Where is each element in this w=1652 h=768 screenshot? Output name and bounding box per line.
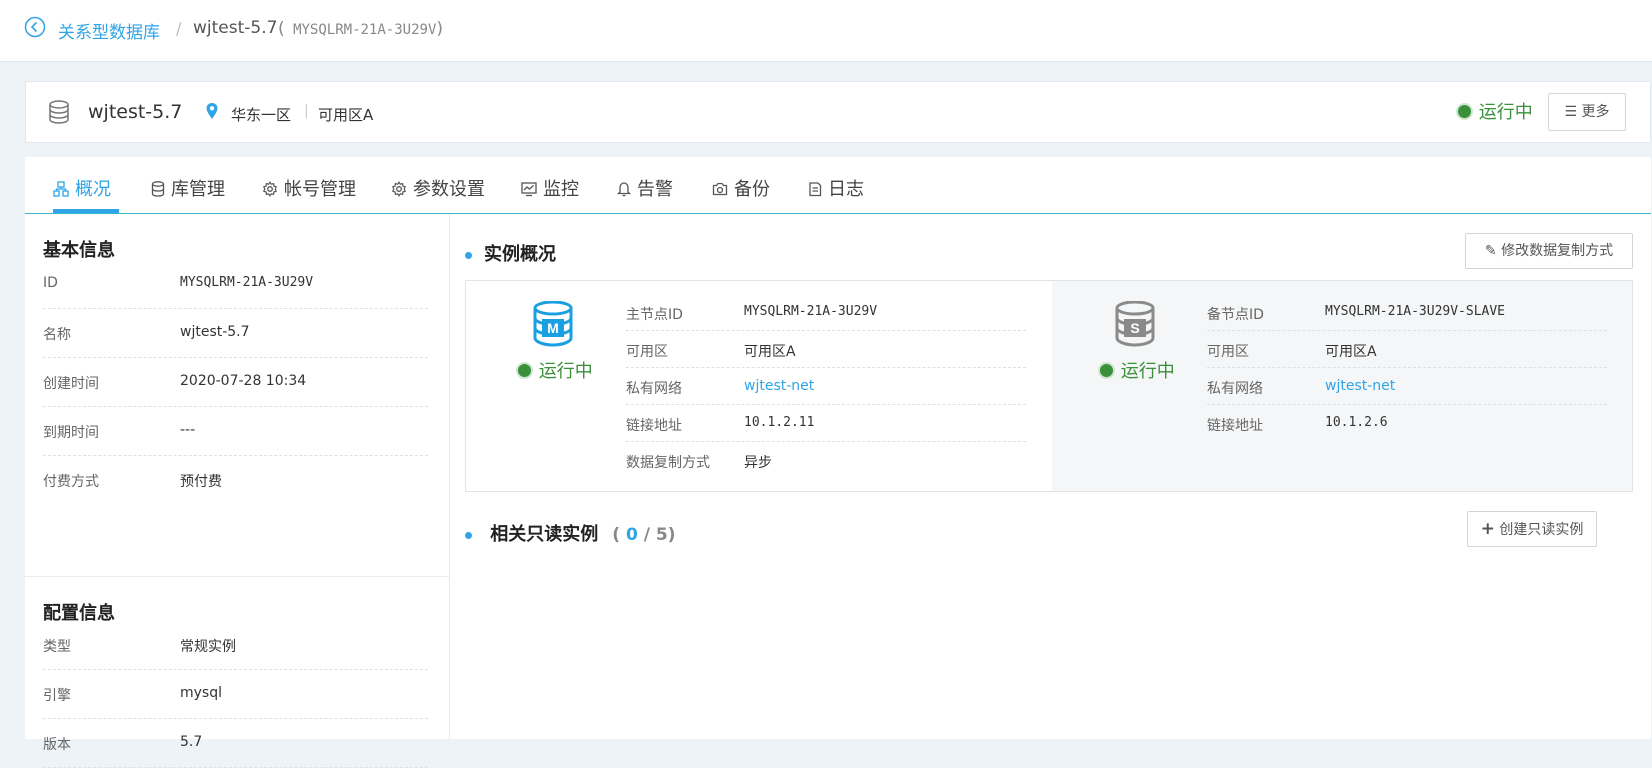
master-row-id: 主节点ID MYSQLRM-21A-3U29V [626, 294, 1026, 331]
gear-icon [262, 181, 278, 197]
instance-overview-title: 实例概况 [465, 240, 556, 266]
section-divider [25, 576, 449, 577]
svg-text:S: S [1130, 320, 1139, 336]
zone-label: 可用区A [318, 106, 374, 124]
menu-icon: ☰ [1564, 104, 1578, 120]
instance-overview-box: M 运行中 主节点ID MYSQLRM-21A-3U29V 可用区 可用区A 私… [465, 280, 1633, 492]
tab-account-management[interactable]: 帐号管理 [262, 175, 356, 201]
master-row-vpc: 私有网络 wjtest-net [626, 368, 1026, 405]
config-info-row-engine: 引擎 mysql [43, 669, 428, 719]
master-vpc-link[interactable]: wjtest-net [744, 378, 814, 394]
status-dot-icon [1456, 102, 1473, 120]
region-separator: | [304, 103, 309, 119]
slave-vpc-link[interactable]: wjtest-net [1325, 378, 1395, 394]
slave-status: 运行中 [1098, 357, 1175, 383]
breadcrumb-root-link[interactable]: 关系型数据库 [58, 18, 160, 43]
basic-info-row-name: 名称 wjtest-5.7 [43, 308, 428, 358]
basic-info-row-expires: 到期时间 --- [43, 406, 428, 456]
slave-node-panel: S 运行中 备节点ID MYSQLRM-21A-3U29V-SLAVE 可用区 … [1052, 281, 1632, 491]
master-row-zone: 可用区 可用区A [626, 331, 1026, 368]
config-info-row-version: 版本 5.7 [43, 718, 428, 768]
master-database-icon: M [533, 301, 573, 347]
log-icon [809, 182, 822, 197]
overview-icon [53, 181, 69, 197]
database-icon [49, 100, 69, 124]
tab-parameter-settings[interactable]: 参数设置 [391, 175, 485, 201]
readonly-count: ( 0 / 5) [612, 525, 676, 545]
overview-content: 实例概况 ✎ 修改数据复制方式 M 运行中 主节点ID MYSQLRM-21A-… [450, 214, 1651, 739]
database-icon [151, 181, 165, 197]
basic-info-row-created: 创建时间 2020-07-28 10:34 [43, 357, 428, 407]
slave-database-icon: S [1115, 301, 1155, 347]
main-panel: 概况 库管理 帐号管理 参数设置 监控 告警 备份 日志 基本信息 ID MYS… [25, 157, 1651, 768]
region-label: 华东一区 [231, 106, 292, 124]
tab-backup[interactable]: 备份 [712, 175, 770, 201]
master-status: 运行中 [516, 357, 593, 383]
svg-text:M: M [547, 320, 559, 336]
master-row-replication: 数据复制方式 异步 [626, 455, 772, 471]
slave-row-id: 备节点ID MYSQLRM-21A-3U29V-SLAVE [1207, 294, 1607, 331]
basic-info-row-billing: 付费方式 预付费 [43, 474, 222, 490]
slave-row-zone: 可用区 可用区A [1207, 331, 1607, 368]
instance-status: 运行中 [1456, 98, 1533, 124]
instance-name: wjtest-5.7 [88, 101, 183, 123]
bell-icon [616, 182, 632, 197]
slave-row-vpc: 私有网络 wjtest-net [1207, 368, 1607, 405]
pencil-icon: ✎ [1484, 243, 1497, 259]
master-row-address: 链接地址 10.1.2.11 [626, 405, 1026, 442]
info-sidebar: 基本信息 ID MYSQLRM-21A-3U29V 名称 wjtest-5.7 … [25, 214, 450, 768]
instance-header: wjtest-5.7 华东一区 | 可用区A 运行中 ☰ 更多 [25, 81, 1651, 143]
tab-database-management[interactable]: 库管理 [151, 175, 225, 201]
breadcrumb-separator: / [176, 19, 182, 38]
breadcrumb-current: wjtest-5.7 [193, 18, 278, 38]
monitor-icon [521, 182, 537, 197]
more-button[interactable]: ☰ 更多 [1548, 93, 1626, 131]
tab-log[interactable]: 日志 [808, 175, 864, 201]
slave-row-address: 链接地址 10.1.2.6 [1207, 415, 1388, 434]
tab-overview[interactable]: 概况 [53, 175, 111, 201]
location-pin-icon [206, 103, 218, 119]
active-tab-indicator [53, 209, 119, 213]
config-info-row-type: 类型 常规实例 [43, 620, 428, 670]
readonly-instances-title: 相关只读实例( 0 / 5) [465, 520, 676, 546]
breadcrumb-instance-id: ( MYSQLRM-21A-3U29V) [278, 19, 444, 39]
back-circle-icon[interactable] [24, 16, 46, 38]
status-dot-icon [1098, 361, 1115, 379]
tab-alarm[interactable]: 告警 [616, 175, 673, 201]
breadcrumb-bar: 关系型数据库 / wjtest-5.7 ( MYSQLRM-21A-3U29V) [0, 0, 1652, 62]
plus-icon: + [1480, 519, 1495, 539]
tab-monitor[interactable]: 监控 [521, 175, 579, 201]
gear-icon [391, 181, 407, 197]
basic-info-row-id: ID MYSQLRM-21A-3U29V [43, 259, 428, 309]
master-node-panel: M 运行中 主节点ID MYSQLRM-21A-3U29V 可用区 可用区A 私… [466, 281, 1052, 491]
tab-bar: 概况 库管理 帐号管理 参数设置 监控 告警 备份 日志 [25, 157, 1651, 214]
status-dot-icon [516, 361, 533, 379]
edit-replication-button[interactable]: ✎ 修改数据复制方式 [1465, 233, 1633, 269]
create-readonly-button[interactable]: + 创建只读实例 [1467, 511, 1597, 547]
camera-icon [712, 182, 728, 196]
